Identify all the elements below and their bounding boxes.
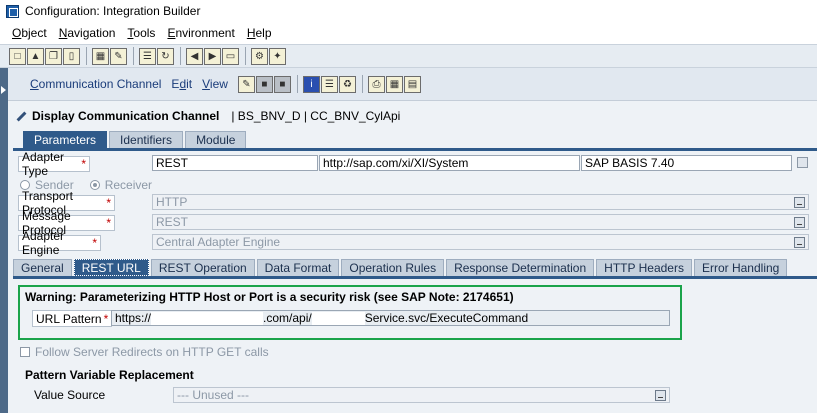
adapter-engine-field[interactable]: Central Adapter Engine xyxy=(152,234,809,250)
object-toolbar: Communication Channel Edit View ✎ ■ ■ i … xyxy=(8,68,817,101)
open-icon[interactable]: ▲ xyxy=(27,47,44,65)
adapter-tabs: General REST URL REST Operation Data For… xyxy=(13,259,789,276)
adapter-namespace-field[interactable]: http://sap.com/xi/XI/System xyxy=(319,155,580,171)
main-tabs: Parameters Identifiers Module xyxy=(23,131,248,148)
message-protocol-field[interactable]: REST xyxy=(152,214,809,230)
tab-general[interactable]: General xyxy=(13,259,72,276)
print-icon[interactable]: ⎙ xyxy=(367,75,385,93)
redacted-host xyxy=(151,311,264,325)
display-header: Display Communication Channel | BS_BNV_D… xyxy=(15,106,400,126)
url-pattern-label: URL Pattern * xyxy=(32,310,113,327)
main-toolbar: □ ▲ ❐ ▯ ▦ ✎ ☰ ↻ ◀ ▶ ▭ ⚙ ✦ xyxy=(0,44,817,68)
menu-edit[interactable]: Edit xyxy=(171,77,192,91)
toolbar-separator xyxy=(180,47,181,65)
tab-module[interactable]: Module xyxy=(185,131,247,148)
adapter-type-row: Adapter Type * xyxy=(18,150,90,178)
save-icon[interactable]: ■ xyxy=(255,75,273,93)
redacted-path xyxy=(311,311,365,325)
security-warning: Warning: Parameterizing HTTP Host or Por… xyxy=(25,290,514,304)
menu-tools[interactable]: Tools xyxy=(127,26,155,40)
expand-arrow-icon[interactable] xyxy=(1,86,6,94)
wizard-icon[interactable]: ✦ xyxy=(269,47,286,65)
tab-rest-operation[interactable]: REST Operation xyxy=(150,259,255,276)
info-icon[interactable]: i xyxy=(302,75,320,93)
toolbar-separator xyxy=(86,47,87,65)
edit-icon[interactable]: ✎ xyxy=(110,47,127,65)
toolbar-separator xyxy=(361,75,363,93)
tab-rest-url[interactable]: REST URL xyxy=(73,259,149,276)
where-used-icon[interactable]: ☰ xyxy=(320,75,338,93)
forward-icon[interactable]: ▶ xyxy=(204,47,221,65)
pen-icon xyxy=(15,110,27,122)
tab-underline xyxy=(13,148,817,151)
adapter-tab-underline xyxy=(13,276,817,279)
copy-icon[interactable] xyxy=(797,157,808,168)
tab-error-handling[interactable]: Error Handling xyxy=(693,259,788,276)
tab-http-headers[interactable]: HTTP Headers xyxy=(596,259,692,276)
adapter-engine-value: Central Adapter Engine xyxy=(156,235,281,249)
edit-pencil-icon[interactable]: ✎ xyxy=(237,75,255,93)
message-protocol-value: REST xyxy=(156,215,189,229)
tab-operation-rules[interactable]: Operation Rules xyxy=(341,259,445,276)
menu-object[interactable]: Object xyxy=(12,26,47,40)
window-icon[interactable]: ▭ xyxy=(222,47,239,65)
object-path: | BS_BNV_D | CC_BNV_CylApi xyxy=(231,109,401,123)
menu-help[interactable]: Help xyxy=(247,26,272,40)
url-domain-suffix: .com/api/ xyxy=(263,311,312,325)
receiver-label: Receiver xyxy=(104,178,153,192)
follow-redirects-checkbox[interactable] xyxy=(20,347,30,357)
url-pattern-input[interactable]: https:// .com/api/ Service.svc/ExecuteCo… xyxy=(111,310,670,326)
communication-channel-panel: Display Communication Channel | BS_BNV_D… xyxy=(8,101,817,413)
layout-icon[interactable]: ▦ xyxy=(385,75,403,93)
url-service-path: Service.svc/ExecuteCommand xyxy=(364,311,529,325)
adapter-engine-label: Adapter Engine * xyxy=(18,229,101,257)
window-title: Configuration: Integration Builder xyxy=(25,4,201,18)
new-icon[interactable]: □ xyxy=(9,47,26,65)
menu-view[interactable]: View xyxy=(202,77,228,91)
value-source-select[interactable]: --- Unused --- xyxy=(173,387,670,403)
menubar: Object Navigation Tools Environment Help xyxy=(0,22,817,44)
page-title: Display Communication Channel xyxy=(32,109,220,123)
refresh-icon[interactable]: ↻ xyxy=(157,47,174,65)
display-icon[interactable]: ▦ xyxy=(92,47,109,65)
back-icon[interactable]: ◀ xyxy=(186,47,203,65)
tab-parameters[interactable]: Parameters xyxy=(23,131,108,148)
pattern-variable-heading: Pattern Variable Replacement xyxy=(25,368,194,382)
delete-icon[interactable]: ▯ xyxy=(63,47,80,65)
tab-response-determination[interactable]: Response Determination xyxy=(446,259,595,276)
dropdown-icon[interactable] xyxy=(794,197,805,208)
transport-icon[interactable]: ▤ xyxy=(403,75,421,93)
follow-redirects-row: Follow Server Redirects on HTTP GET call… xyxy=(20,345,269,359)
configure-icon[interactable]: ⚙ xyxy=(251,47,268,65)
app-icon xyxy=(6,4,19,18)
dropdown-icon[interactable] xyxy=(794,217,805,228)
url-scheme: https:// xyxy=(115,311,152,325)
toolbar-separator xyxy=(133,47,134,65)
history-icon[interactable]: ♻ xyxy=(338,75,356,93)
activate-icon[interactable]: ■ xyxy=(273,75,291,93)
menu-environment[interactable]: Environment xyxy=(167,26,234,40)
hierarchy-icon[interactable]: ☰ xyxy=(139,47,156,65)
menu-communication-channel[interactable]: Communication Channel xyxy=(30,77,161,91)
adapter-swcv-field[interactable]: SAP BASIS 7.40 xyxy=(581,155,792,171)
toolbar-separator xyxy=(245,47,246,65)
tab-identifiers[interactable]: Identifiers xyxy=(109,131,184,148)
menu-navigation[interactable]: Navigation xyxy=(59,26,116,40)
copy-icon[interactable]: ❐ xyxy=(45,47,62,65)
adapter-engine-row: Adapter Engine * xyxy=(18,229,101,257)
value-source-label: Value Source xyxy=(34,388,106,402)
adapter-type-label: Adapter Type * xyxy=(18,150,90,178)
navigation-collapse-strip[interactable] xyxy=(0,68,8,413)
dropdown-icon[interactable] xyxy=(794,237,805,248)
follow-redirects-label: Follow Server Redirects on HTTP GET call… xyxy=(35,345,269,359)
value-source-value: --- Unused --- xyxy=(177,388,250,402)
transport-protocol-value: HTTP xyxy=(156,195,188,209)
dropdown-icon[interactable] xyxy=(655,390,666,401)
transport-protocol-field[interactable]: HTTP xyxy=(152,194,809,210)
tab-data-format[interactable]: Data Format xyxy=(256,259,340,276)
adapter-type-field[interactable]: REST xyxy=(152,155,318,171)
toolbar-separator xyxy=(296,75,298,93)
window-titlebar: Configuration: Integration Builder xyxy=(0,0,817,22)
